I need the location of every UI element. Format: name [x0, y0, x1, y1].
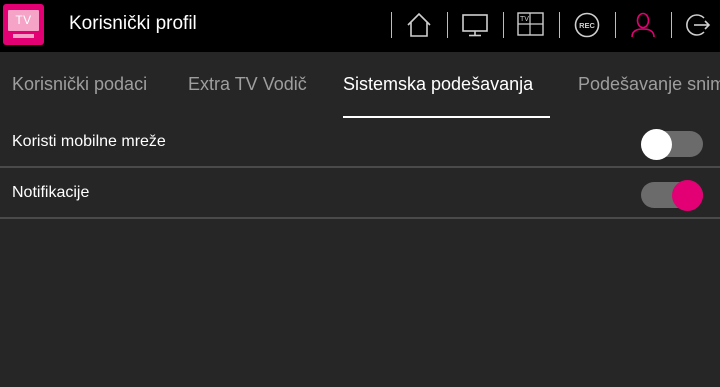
setting-label: Koristi mobilne mreže [12, 133, 166, 150]
setting-row-notifications: Notifikacije [0, 169, 720, 219]
nav-separator [559, 12, 560, 38]
rec-icon-label: REC [579, 21, 595, 30]
row-divider [0, 166, 720, 168]
tab-user-data[interactable]: Korisnički podaci [12, 74, 147, 95]
nav-separator [671, 12, 672, 38]
top-bar: TV Korisnički profil TV REC [0, 0, 720, 52]
nav-separator [391, 12, 392, 38]
mobile-networks-toggle[interactable] [641, 129, 703, 160]
setting-row-mobile-networks: Koristi mobilne mreže [0, 118, 720, 168]
toggle-thumb [641, 129, 672, 160]
tab-system-settings[interactable]: Sistemska podešavanja [343, 74, 533, 95]
logout-icon[interactable] [684, 10, 714, 40]
rec-icon[interactable]: REC [572, 10, 602, 40]
notifications-toggle[interactable] [641, 180, 703, 211]
page-title: Korisnički profil [69, 13, 197, 34]
tv-logo-stand [13, 34, 34, 38]
user-icon[interactable] [628, 10, 658, 40]
tab-extra-tv-guide[interactable]: Extra TV Vodič [188, 74, 307, 95]
setting-label: Notifikacije [12, 184, 90, 201]
tab-bar: Korisnički podaci Extra TV Vodič Sistems… [0, 52, 720, 118]
toggle-thumb [672, 180, 703, 211]
tab-recording-settings[interactable]: Podešavanje snimanja [578, 74, 720, 95]
tv-guide-icon-label: TV [520, 16, 529, 23]
nav-separator [615, 12, 616, 38]
tv-logo[interactable]: TV [3, 4, 44, 45]
nav-separator [503, 12, 504, 38]
tv-icon[interactable] [460, 10, 490, 40]
tv-guide-icon[interactable]: TV [516, 10, 546, 40]
row-divider [0, 217, 720, 219]
tv-logo-label: TV [8, 10, 39, 31]
home-icon[interactable] [404, 10, 434, 40]
nav-separator [447, 12, 448, 38]
